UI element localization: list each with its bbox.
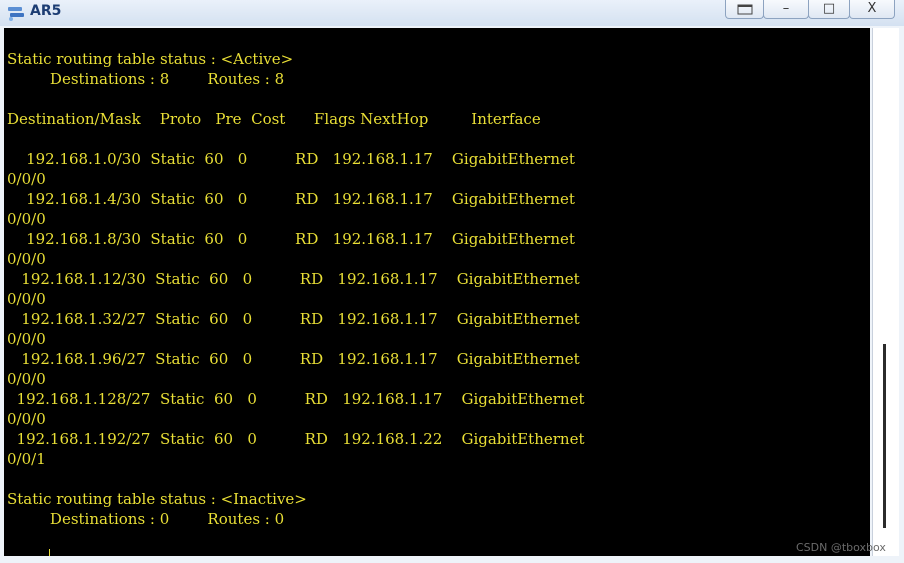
- terminal-output[interactable]: Static routing table status : <Active> D…: [4, 28, 870, 556]
- title-bar: AR5 – □ X: [0, 0, 904, 26]
- restore-icon: [737, 4, 752, 15]
- router-app-icon: [8, 7, 24, 21]
- text-cursor: [49, 549, 50, 556]
- maximize-button[interactable]: □: [808, 0, 850, 19]
- scrollbar-thumb[interactable]: [883, 344, 886, 528]
- vertical-scrollbar[interactable]: [872, 28, 899, 556]
- close-button[interactable]: X: [849, 0, 895, 19]
- restore-down-button[interactable]: [725, 0, 764, 19]
- window-title: AR5: [30, 3, 62, 19]
- minimize-button[interactable]: –: [763, 0, 809, 19]
- routing-table-text: Static routing table status : <Active> D…: [7, 50, 585, 528]
- watermark: CSDN @tboxbox: [796, 541, 886, 554]
